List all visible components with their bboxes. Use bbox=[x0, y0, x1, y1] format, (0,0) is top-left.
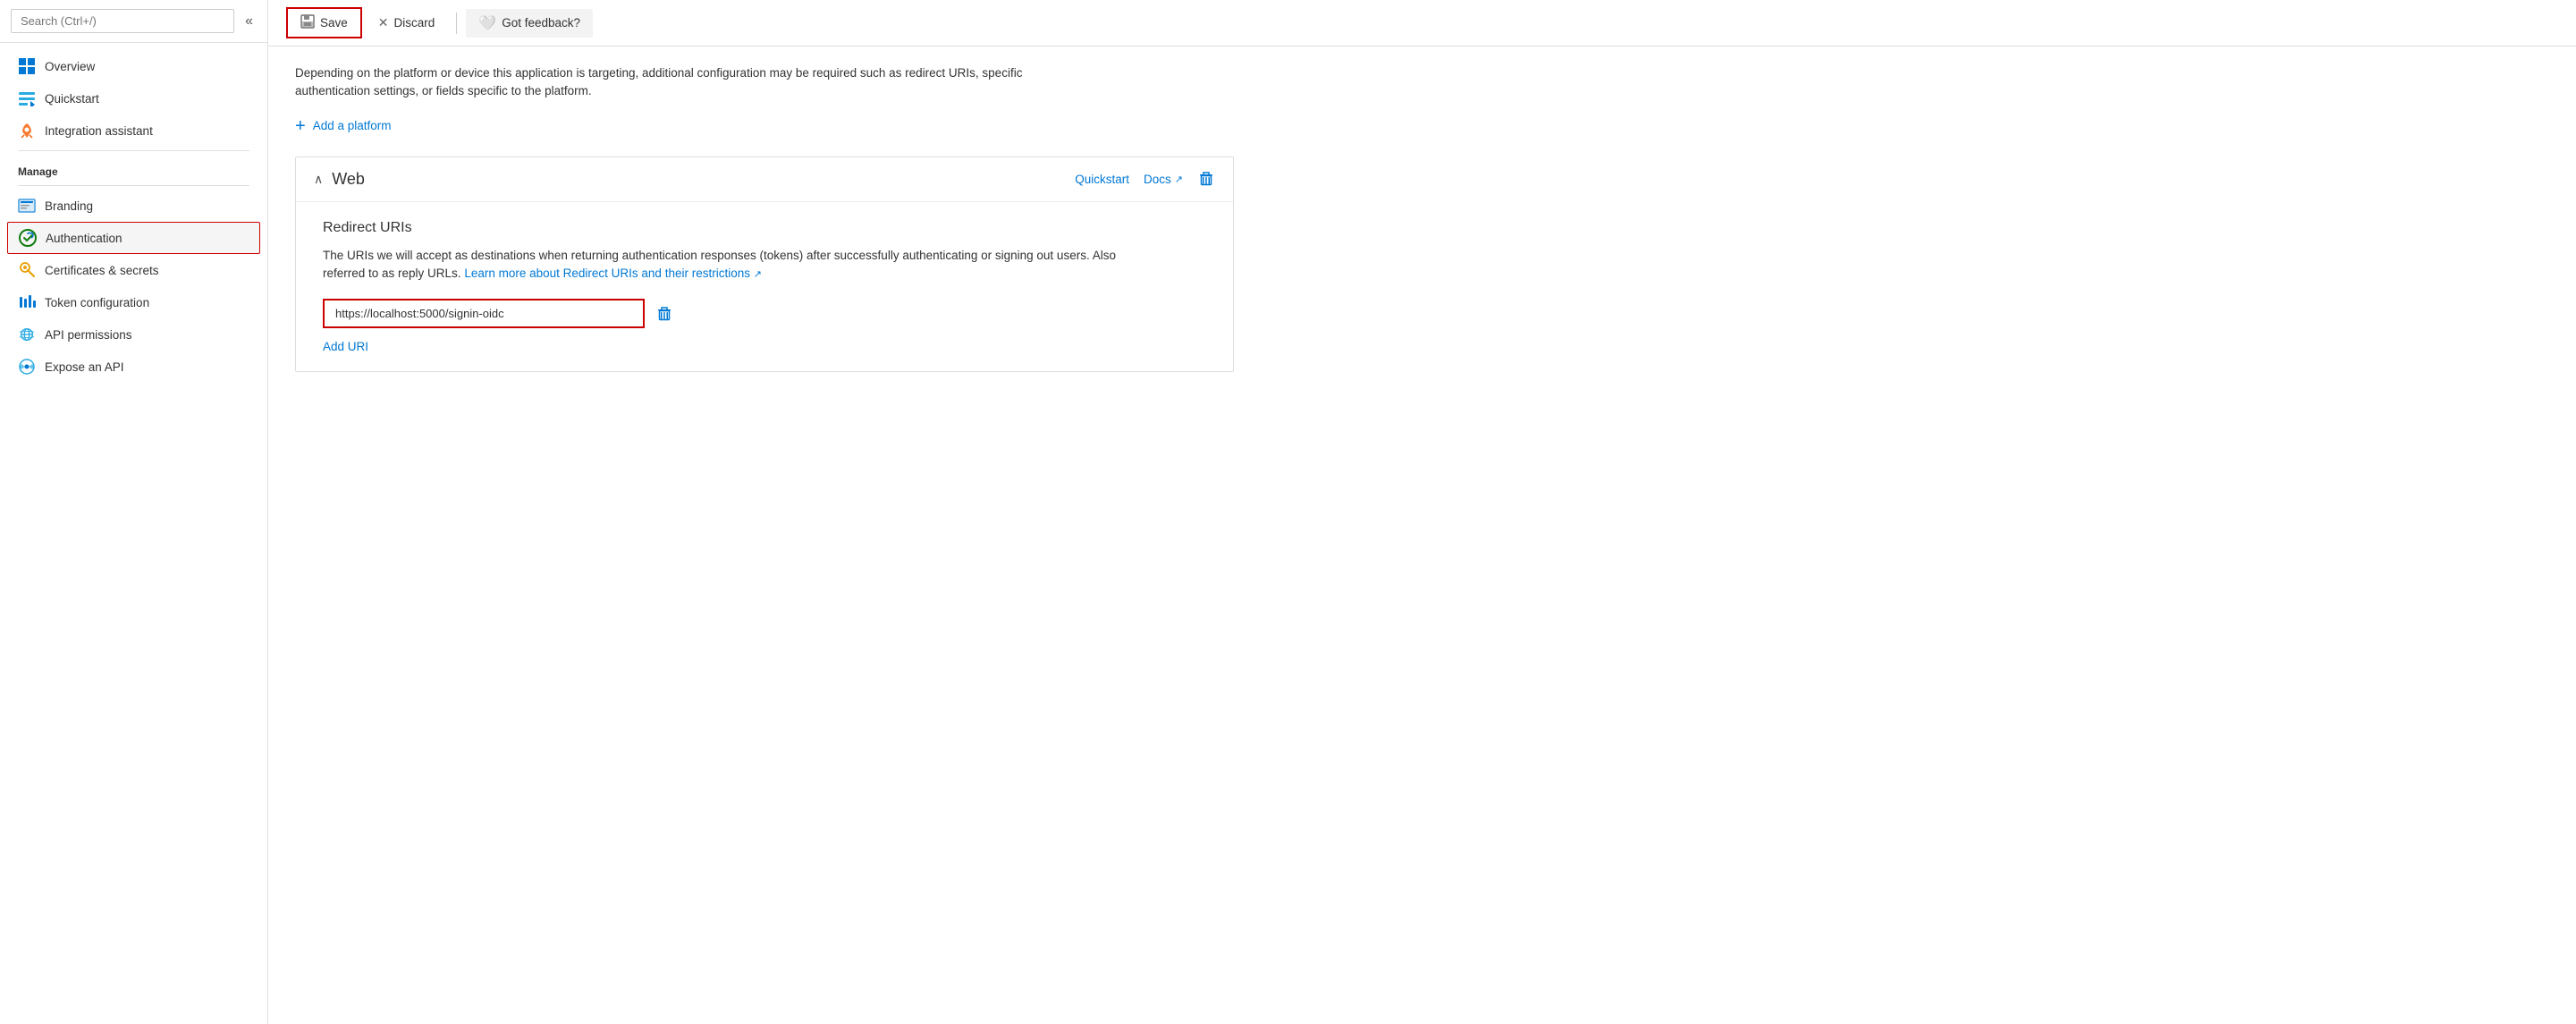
sidebar-item-certificates[interactable]: Certificates & secrets bbox=[0, 254, 267, 286]
trash-icon-2 bbox=[655, 305, 673, 323]
trash-icon bbox=[1197, 170, 1215, 188]
manage-divider bbox=[18, 185, 249, 186]
token-icon bbox=[18, 293, 36, 311]
api-icon bbox=[18, 326, 36, 343]
sidebar-item-api-permissions[interactable]: API permissions bbox=[0, 318, 267, 351]
sidebar-item-branding[interactable]: Branding bbox=[0, 190, 267, 222]
search-input[interactable] bbox=[11, 9, 234, 33]
sidebar-item-quickstart[interactable]: Quickstart bbox=[0, 82, 267, 114]
toolbar-separator bbox=[456, 13, 457, 34]
quickstart-icon bbox=[18, 89, 36, 107]
add-platform-button[interactable]: + Add a platform bbox=[295, 117, 391, 135]
redirect-uris-description: The URIs we will accept as destinations … bbox=[323, 247, 1128, 284]
sidebar-item-integration-assistant[interactable]: Integration assistant bbox=[0, 114, 267, 147]
branding-icon bbox=[18, 197, 36, 215]
auth-icon bbox=[19, 229, 37, 247]
search-bar: « bbox=[0, 0, 267, 43]
main-content: Save ✕ Discard 🤍 Got feedback? Depending… bbox=[268, 0, 2576, 1024]
heart-icon: 🤍 bbox=[478, 14, 496, 32]
external-link-icon-2: ↗ bbox=[754, 269, 762, 280]
redirect-uris-title: Redirect URIs bbox=[323, 220, 1206, 236]
sidebar-item-overview[interactable]: Overview bbox=[0, 50, 267, 82]
rocket-icon bbox=[18, 122, 36, 140]
external-link-icon: ↗ bbox=[1175, 173, 1183, 185]
expose-icon bbox=[18, 358, 36, 376]
sidebar-item-token-configuration[interactable]: Token configuration bbox=[0, 286, 267, 318]
sidebar-divider bbox=[18, 150, 249, 151]
uri-delete-button[interactable] bbox=[655, 305, 673, 323]
web-card-header: ∧ Web Quickstart Docs ↗ bbox=[296, 157, 1233, 202]
plus-icon: + bbox=[295, 117, 306, 135]
web-card-body: Redirect URIs The URIs we will accept as… bbox=[296, 202, 1233, 372]
web-title: ∧ Web bbox=[314, 170, 365, 189]
web-delete-button[interactable] bbox=[1197, 170, 1215, 188]
grid-icon bbox=[18, 57, 36, 75]
sidebar-navigation: Overview Quickstart bbox=[0, 43, 267, 1024]
learn-more-link[interactable]: Learn more about Redirect URIs and their… bbox=[464, 267, 762, 280]
discard-button[interactable]: ✕ Discard bbox=[366, 10, 448, 36]
chevron-up-icon[interactable]: ∧ bbox=[314, 172, 323, 187]
page-description: Depending on the platform or device this… bbox=[295, 64, 1100, 101]
save-button[interactable]: Save bbox=[286, 7, 362, 38]
key-icon bbox=[18, 261, 36, 279]
discard-icon: ✕ bbox=[378, 15, 389, 30]
web-docs-button[interactable]: Docs ↗ bbox=[1144, 173, 1183, 186]
feedback-button[interactable]: 🤍 Got feedback? bbox=[466, 9, 593, 38]
uri-row bbox=[323, 299, 1206, 328]
uri-input-field[interactable] bbox=[323, 299, 645, 328]
sidebar-item-expose-api[interactable]: Expose an API bbox=[0, 351, 267, 383]
content-area: Depending on the platform or device this… bbox=[268, 47, 2576, 1024]
manage-section-label: Manage bbox=[0, 155, 267, 182]
toolbar: Save ✕ Discard 🤍 Got feedback? bbox=[268, 0, 2576, 47]
web-quickstart-button[interactable]: Quickstart bbox=[1075, 173, 1129, 186]
sidebar: « Overview bbox=[0, 0, 268, 1024]
save-icon bbox=[300, 14, 315, 31]
collapse-sidebar-button[interactable]: « bbox=[241, 10, 257, 33]
web-card-actions: Quickstart Docs ↗ bbox=[1075, 170, 1215, 188]
sidebar-item-authentication[interactable]: Authentication bbox=[7, 222, 260, 254]
web-platform-card: ∧ Web Quickstart Docs ↗ bbox=[295, 157, 1234, 373]
add-uri-button[interactable]: Add URI bbox=[323, 340, 368, 353]
